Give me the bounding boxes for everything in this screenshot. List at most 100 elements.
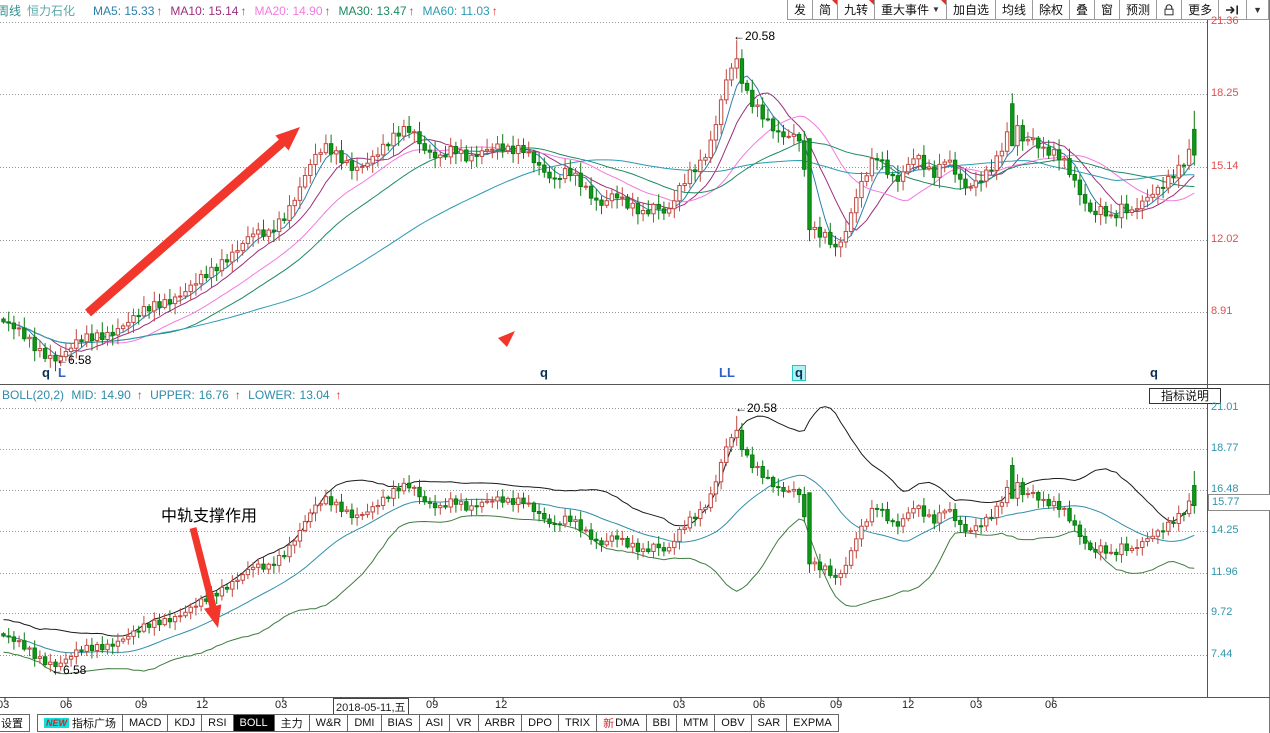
candle-body bbox=[907, 513, 910, 519]
candle-body bbox=[704, 508, 707, 510]
candle-body bbox=[537, 163, 540, 166]
event-marker-ll[interactable]: LL bbox=[719, 366, 735, 380]
toolbar-button-jian[interactable]: 简 bbox=[812, 0, 837, 19]
event-marker-q[interactable]: q bbox=[42, 366, 50, 380]
toolbar-button-window[interactable]: 窗 bbox=[1094, 0, 1119, 19]
tab-macd[interactable]: MACD bbox=[122, 714, 168, 732]
x-tick-label: 03 bbox=[275, 699, 287, 711]
candle-body bbox=[215, 593, 218, 596]
event-marker-q[interactable]: q bbox=[540, 366, 548, 380]
candle-body bbox=[1172, 522, 1175, 523]
candle-body bbox=[444, 506, 447, 507]
tab-boll[interactable]: BOLL bbox=[233, 714, 275, 732]
candle-body bbox=[1135, 547, 1138, 548]
toolbar-button-add-watchlist[interactable]: 加自选 bbox=[946, 0, 995, 19]
candle-body bbox=[1146, 197, 1149, 201]
toolbar-button-lock[interactable] bbox=[1156, 0, 1181, 19]
tab-indicator-plaza[interactable]: NEW指标广场 bbox=[37, 714, 123, 732]
candle-body bbox=[423, 144, 426, 151]
candle-body bbox=[293, 541, 296, 545]
candle-body bbox=[23, 328, 26, 339]
tab-arbr[interactable]: ARBR bbox=[478, 714, 523, 732]
candle-body bbox=[90, 645, 93, 650]
toolbar-button-major-events[interactable]: 重大事件▼ bbox=[874, 0, 946, 19]
tab-zhuli[interactable]: 主力 bbox=[274, 714, 310, 732]
candle-body bbox=[595, 539, 598, 541]
candle-body bbox=[964, 524, 967, 531]
candle-body bbox=[1005, 487, 1008, 502]
candle-body bbox=[818, 227, 821, 237]
toolbar-button-overlay[interactable]: 叠 bbox=[1069, 0, 1094, 19]
tab-mtm[interactable]: MTM bbox=[676, 714, 715, 732]
candle-body bbox=[829, 566, 832, 575]
candle-body bbox=[948, 510, 951, 511]
candle-body bbox=[751, 90, 754, 106]
candle-body bbox=[813, 227, 816, 229]
candle-body bbox=[839, 242, 842, 247]
toolbar-button-nine-turn[interactable]: 九转 bbox=[837, 0, 874, 19]
candle-body bbox=[844, 565, 847, 573]
candle-body bbox=[595, 198, 598, 200]
candle-body bbox=[849, 551, 852, 566]
candle-body bbox=[829, 232, 832, 244]
event-marker-l[interactable]: L bbox=[58, 366, 66, 380]
x-tick-label: 09 bbox=[830, 699, 842, 711]
candle-body bbox=[558, 178, 561, 179]
toolbar-button-fa[interactable]: 发 bbox=[787, 0, 812, 19]
tab-wr[interactable]: W&R bbox=[309, 714, 349, 732]
candle-body bbox=[106, 644, 109, 650]
support-arrow-head bbox=[204, 604, 221, 628]
candle-body bbox=[756, 105, 759, 106]
tab-asi[interactable]: ASI bbox=[419, 714, 451, 732]
candle-body bbox=[288, 206, 291, 221]
candle-body bbox=[418, 487, 421, 496]
tab-bbi[interactable]: BBI bbox=[646, 714, 678, 732]
candle-body bbox=[803, 495, 806, 517]
candle-body bbox=[90, 334, 93, 341]
tab-dpo[interactable]: DPO bbox=[521, 714, 559, 732]
bottom-low-annotation: ←6.58 bbox=[51, 663, 86, 677]
candle-body bbox=[574, 520, 577, 522]
candle-body bbox=[1026, 140, 1029, 141]
tab-dmi[interactable]: DMI bbox=[347, 714, 381, 732]
candle-body bbox=[194, 606, 197, 607]
toolbar-button-ex-rights[interactable]: 除权 bbox=[1032, 0, 1069, 19]
stock-chart-app: 周线恒力石化MA5: 15.33↑MA10: 15.14↑MA20: 14.90… bbox=[0, 0, 1270, 733]
tab-trix[interactable]: TRIX bbox=[558, 714, 597, 732]
candle-body bbox=[1094, 550, 1097, 553]
candle-body bbox=[855, 198, 858, 213]
toolbar-button-ma-toggle[interactable]: 均线 bbox=[995, 0, 1032, 19]
tab-sar[interactable]: SAR bbox=[751, 714, 788, 732]
toolbar-button-forecast[interactable]: 预测 bbox=[1119, 0, 1156, 19]
tab-kdj[interactable]: KDJ bbox=[167, 714, 202, 732]
candle-body bbox=[600, 200, 603, 205]
candle-body bbox=[1172, 176, 1175, 177]
candle-body bbox=[173, 617, 176, 622]
candle-body bbox=[95, 645, 98, 651]
candle-body bbox=[641, 549, 644, 552]
candle-body bbox=[621, 197, 624, 198]
candle-body bbox=[563, 516, 566, 524]
candle-body bbox=[896, 176, 899, 182]
tab-dma[interactable]: 新DMA bbox=[596, 714, 646, 732]
candle-body bbox=[1000, 151, 1003, 156]
ma-header: 周线恒力石化MA5: 15.33↑MA10: 15.14↑MA20: 14.90… bbox=[0, 2, 498, 19]
tab-vr[interactable]: VR bbox=[449, 714, 478, 732]
ma30-line bbox=[4, 141, 1195, 343]
event-marker-q[interactable]: q bbox=[1150, 366, 1158, 380]
candle-body bbox=[1021, 483, 1024, 495]
candle-body bbox=[251, 234, 254, 237]
tab-bias[interactable]: BIAS bbox=[381, 714, 420, 732]
candle-body bbox=[1156, 187, 1159, 194]
tab-expma[interactable]: EXPMA bbox=[786, 714, 839, 732]
candle-body bbox=[69, 348, 72, 351]
candle-body bbox=[704, 158, 707, 161]
candle-body bbox=[381, 497, 384, 505]
x-tick-label: 12 bbox=[902, 699, 914, 711]
candle-body bbox=[543, 513, 546, 519]
event-marker-q[interactable]: q bbox=[792, 365, 806, 381]
tab-settings[interactable]: 设置 bbox=[0, 714, 30, 732]
tab-rsi[interactable]: RSI bbox=[201, 714, 233, 732]
tab-obv[interactable]: OBV bbox=[714, 714, 751, 732]
candle-body bbox=[184, 292, 187, 296]
